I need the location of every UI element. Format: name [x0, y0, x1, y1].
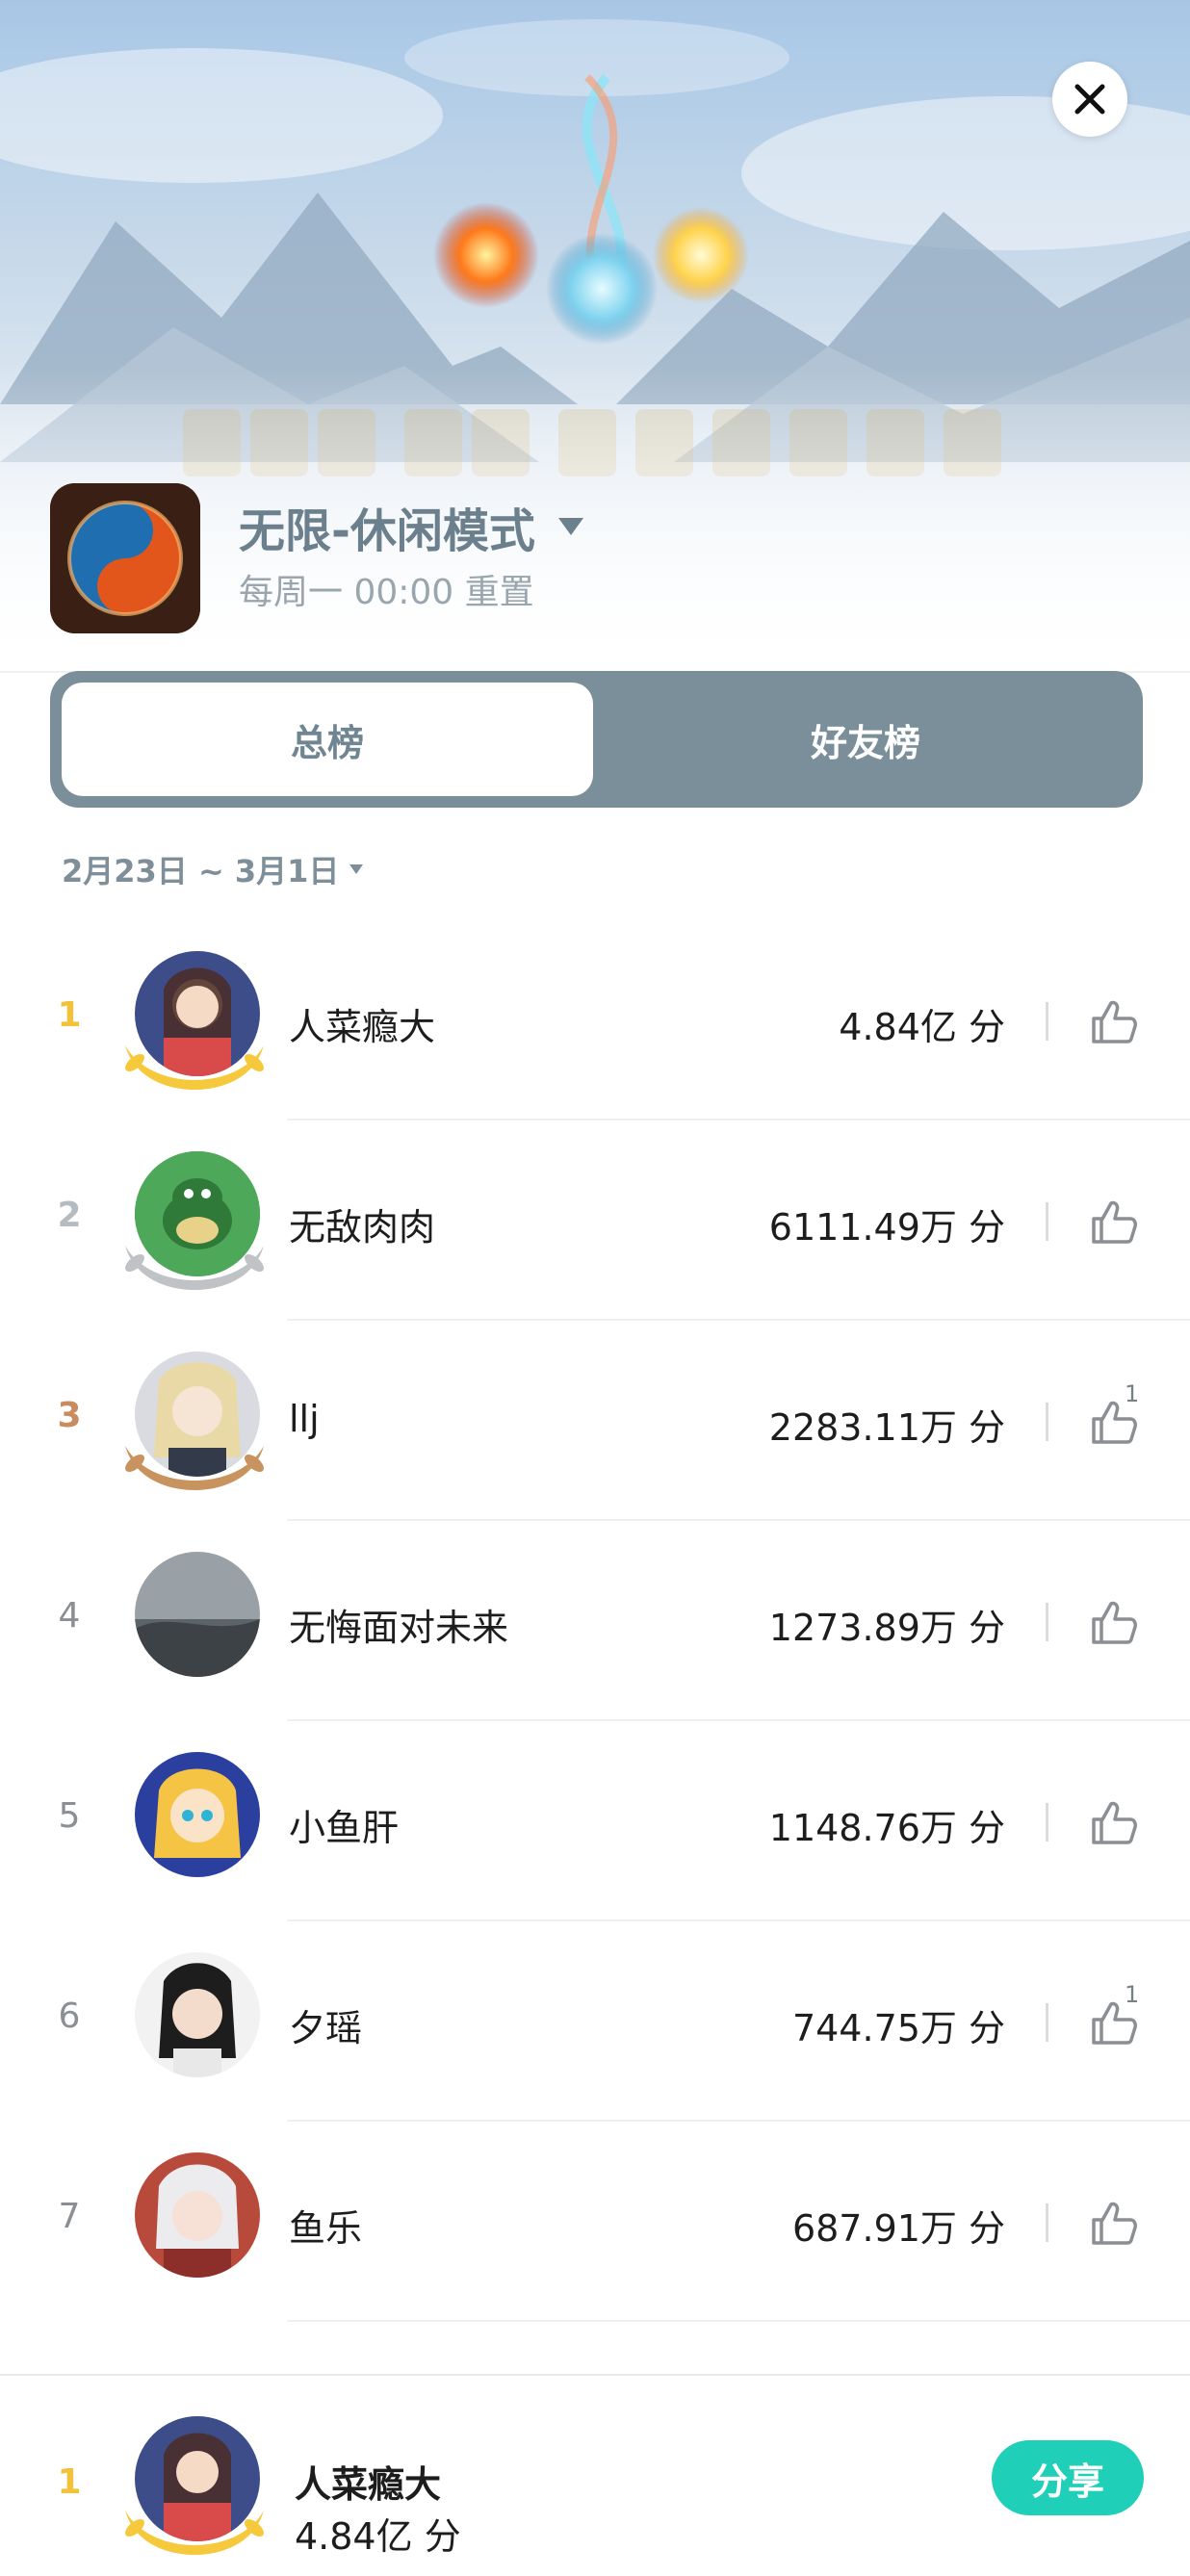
mode-title: 无限-休闲模式	[239, 504, 535, 558]
rank-number: 7	[58, 2197, 81, 2236]
thumbs-up-icon[interactable]	[1086, 995, 1140, 1049]
tab-friends[interactable]: 好友榜	[600, 683, 1131, 796]
mode-selector[interactable]: 无限-休闲模式	[239, 496, 585, 558]
player-score: 744.75万 分	[791, 2007, 1005, 2049]
player-name: 鱼乐	[289, 2207, 363, 2250]
divider	[1046, 1202, 1048, 1241]
my-rank-number: 1	[57, 2462, 82, 2502]
player-name: 无悔面对未来	[289, 1607, 509, 1649]
avatar-image	[135, 1352, 260, 1477]
player-score: 2283.11万 分	[768, 1406, 1005, 1449]
rank-number: 3	[57, 1396, 82, 1435]
divider	[1046, 1403, 1048, 1441]
avatar[interactable]	[116, 2151, 273, 2295]
avatar-image	[135, 2416, 260, 2541]
rank-number: 4	[58, 1596, 81, 1636]
avatar[interactable]	[116, 949, 273, 1094]
thumbs-up-icon[interactable]	[1086, 1196, 1140, 1249]
my-player-name: 人菜瘾大	[295, 2463, 442, 2506]
player-name: 人菜瘾大	[289, 1006, 436, 1048]
like-count: 1	[1125, 1981, 1140, 2008]
player-score: 1273.89万 分	[768, 1607, 1005, 1649]
leaderboard-row[interactable]: 2 无敌肉肉 6111.49万 分	[0, 1121, 1190, 1321]
player-score: 6111.49万 分	[768, 1206, 1005, 1249]
rank-number: 5	[58, 1796, 81, 1836]
avatar-image	[135, 1952, 260, 2077]
avatar-image	[135, 1752, 260, 1877]
date-range-selector[interactable]: 2月23日 ~ 3月1日	[62, 847, 364, 891]
thumbs-up-icon[interactable]	[1086, 1796, 1140, 1850]
rank-number: 2	[57, 1196, 82, 1235]
reset-schedule: 每周一 00:00 重置	[239, 573, 534, 612]
rank-number: 6	[58, 1996, 81, 2036]
avatar[interactable]	[116, 1950, 273, 2095]
player-name: 小鱼肝	[289, 1807, 400, 1849]
leaderboard-row[interactable]: 4 无悔面对未来 1273.89万 分	[0, 1521, 1190, 1721]
my-player-score: 4.84亿 分	[295, 2515, 461, 2558]
row-divider	[287, 2320, 1190, 2322]
leaderboard-row[interactable]: 5 小鱼肝 1148.76万 分	[0, 1721, 1190, 1921]
my-avatar[interactable]	[116, 2414, 273, 2559]
player-name: 无敌肉肉	[289, 1206, 436, 1249]
close-button[interactable]	[1052, 62, 1127, 137]
avatar[interactable]	[116, 1350, 273, 1494]
divider	[1046, 1803, 1048, 1842]
game-icon	[50, 483, 200, 633]
date-range-label: 2月23日 ~ 3月1日	[62, 853, 340, 889]
divider	[1046, 1002, 1048, 1041]
avatar-image	[135, 1552, 260, 1677]
leaderboard-row[interactable]: 1 人菜瘾大 4.84亿 分	[0, 920, 1190, 1121]
caret-down-icon	[557, 518, 583, 535]
avatar[interactable]	[116, 1149, 273, 1294]
divider	[1046, 2003, 1048, 2042]
share-button[interactable]: 分享	[992, 2440, 1144, 2515]
like-count: 1	[1125, 1380, 1140, 1407]
player-name: 夕瑶	[289, 2007, 363, 2049]
avatar[interactable]	[116, 1750, 273, 1894]
avatar[interactable]	[116, 1550, 273, 1694]
caret-down-icon	[349, 864, 364, 874]
avatar-image	[135, 2152, 260, 2278]
leaderboard-row[interactable]: 3 llj 2283.11万 分 1	[0, 1321, 1190, 1521]
avatar-image	[135, 1151, 260, 1276]
thumbs-up-icon[interactable]	[1086, 2197, 1140, 2251]
close-icon	[1074, 84, 1105, 115]
rank-number: 1	[57, 995, 82, 1035]
leaderboard-tabs: 总榜 好友榜	[50, 671, 1143, 808]
avatar-image	[135, 951, 260, 1076]
leaderboard-row[interactable]: 6 夕瑶 744.75万 分 1	[0, 1921, 1190, 2122]
player-score: 1148.76万 分	[768, 1807, 1005, 1849]
player-score: 687.91万 分	[791, 2207, 1005, 2250]
player-score: 4.84亿 分	[839, 1006, 1005, 1048]
tab-overall[interactable]: 总榜	[62, 683, 593, 796]
thumbs-up-icon[interactable]	[1086, 1596, 1140, 1650]
divider	[1046, 2203, 1048, 2242]
leaderboard-row[interactable]: 7 鱼乐 687.91万 分	[0, 2122, 1190, 2322]
player-name: llj	[289, 1398, 320, 1440]
divider	[1046, 1603, 1048, 1641]
